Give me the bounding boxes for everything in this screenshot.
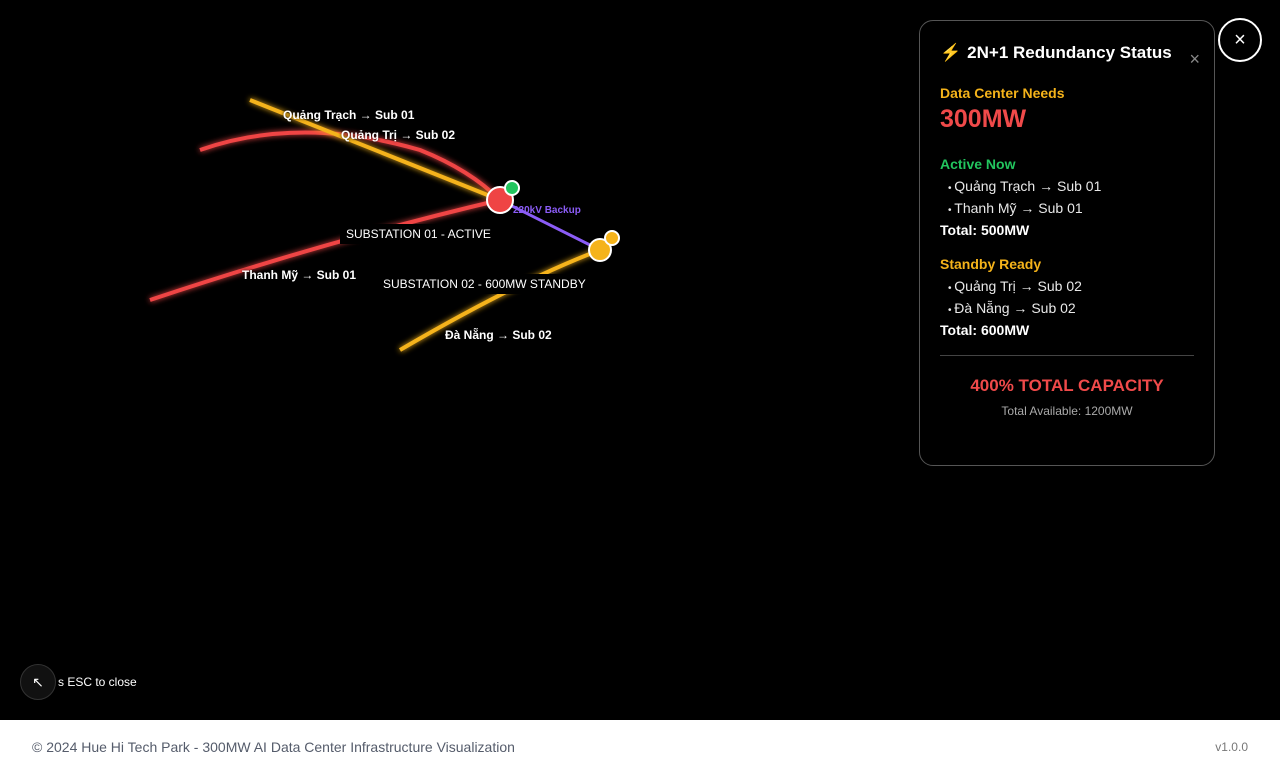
label-substation-01: SUBSTATION 01 - ACTIVE — [340, 224, 497, 244]
divider — [940, 355, 1194, 356]
active-item: Quảng Trạch → Sub 01 — [940, 178, 1194, 194]
substation-01-status-icon — [504, 180, 520, 196]
label-backup: 220kV Backup — [513, 205, 581, 216]
line-quang-tri[interactable] — [199, 130, 502, 202]
needs-value: 300MW — [940, 105, 1027, 133]
lightning-icon: ⚡ — [940, 43, 962, 62]
total-capacity: 400% TOTAL CAPACITY — [970, 376, 1164, 395]
active-label: Active Now — [940, 156, 1016, 172]
label-substation-02: SUBSTATION 02 - 600MW STANDBY — [377, 274, 592, 294]
panel-title: ⚡ 2N+1 Redundancy Status — [940, 43, 1194, 63]
label-da-nang: Đà Nẵng → Sub 02 — [445, 328, 552, 342]
standby-label: Standby Ready — [940, 256, 1042, 272]
active-total: Total: 500MW — [940, 222, 1030, 238]
redundancy-status-panel: ⚡ 2N+1 Redundancy Status × Data Center N… — [919, 20, 1215, 466]
label-quang-trach: Quảng Trạch → Sub 01 — [283, 108, 415, 122]
close-button[interactable]: × — [1218, 18, 1262, 62]
esc-hint-text: s ESC to close — [58, 675, 137, 689]
active-item: Thanh Mỹ → Sub 01 — [940, 200, 1194, 216]
cursor-icon[interactable]: ↖ — [20, 664, 56, 700]
standby-item: Đà Nẵng → Sub 02 — [940, 300, 1194, 316]
panel-title-text: 2N+1 Redundancy Status — [967, 43, 1172, 62]
label-thanh-my: Thanh Mỹ → Sub 01 — [242, 268, 357, 282]
standby-item: Quảng Trị → Sub 02 — [940, 278, 1194, 294]
total-available: Total Available: 1200MW — [1001, 404, 1133, 418]
label-quang-tri: Quảng Trị → Sub 02 — [341, 128, 456, 142]
esc-hint: ↖ s ESC to close — [20, 664, 137, 700]
footer-copyright: © 2024 Hue Hi Tech Park - 300MW AI Data … — [32, 739, 515, 755]
standby-total: Total: 600MW — [940, 322, 1030, 338]
close-icon: × — [1234, 28, 1246, 51]
footer-version: v1.0.0 — [1215, 740, 1248, 754]
needs-label: Data Center Needs — [940, 85, 1065, 101]
substation-02-status-icon — [604, 230, 620, 246]
panel-close-icon[interactable]: × — [1189, 49, 1200, 70]
footer: © 2024 Hue Hi Tech Park - 300MW AI Data … — [0, 720, 1280, 774]
